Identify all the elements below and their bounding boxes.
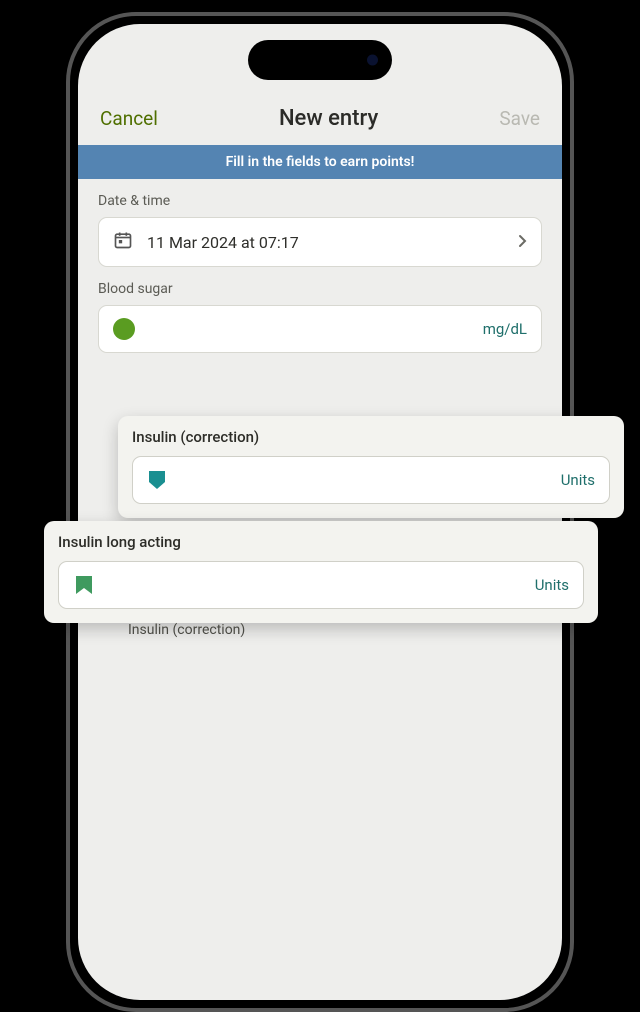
- save-button[interactable]: Save: [499, 107, 540, 130]
- overlay-insulin-long-acting: Insulin long acting Units: [44, 521, 598, 623]
- insulin-long-acting-unit: Units: [535, 576, 569, 594]
- section-datetime: Date & time 11 Mar 2024 at 07:17: [78, 179, 562, 267]
- calendar-icon: [113, 230, 133, 254]
- insulin-correction-field[interactable]: Units: [132, 456, 610, 504]
- blood-drop-icon: [113, 318, 135, 340]
- bookmark-icon: [73, 574, 95, 596]
- blood-sugar-field[interactable]: mg/dL: [98, 305, 542, 353]
- insulin-long-acting-field[interactable]: Units: [58, 561, 584, 609]
- shield-icon: [147, 469, 167, 491]
- datetime-label: Date & time: [98, 193, 542, 209]
- points-banner: Fill in the fields to earn points!: [78, 145, 562, 179]
- cancel-button[interactable]: Cancel: [100, 107, 158, 130]
- page-title: New entry: [279, 106, 378, 131]
- navbar: Cancel New entry Save: [78, 96, 562, 145]
- dynamic-island: [248, 40, 392, 80]
- insulin-correction-unit: Units: [561, 471, 595, 489]
- insulin-correction-label: Insulin (correction): [132, 428, 610, 446]
- blood-sugar-unit: mg/dL: [483, 320, 527, 338]
- blood-sugar-label: Blood sugar: [98, 281, 542, 297]
- insulin-long-acting-label: Insulin long acting: [58, 533, 584, 551]
- chevron-right-icon: [518, 233, 527, 252]
- datetime-field[interactable]: 11 Mar 2024 at 07:17: [98, 217, 542, 267]
- peek-insulin-correction-label: Insulin (correction): [128, 622, 245, 638]
- overlay-insulin-correction: Insulin (correction) Units: [118, 416, 624, 518]
- section-blood-sugar: Blood sugar mg/dL: [78, 267, 562, 353]
- datetime-value: 11 Mar 2024 at 07:17: [147, 233, 504, 252]
